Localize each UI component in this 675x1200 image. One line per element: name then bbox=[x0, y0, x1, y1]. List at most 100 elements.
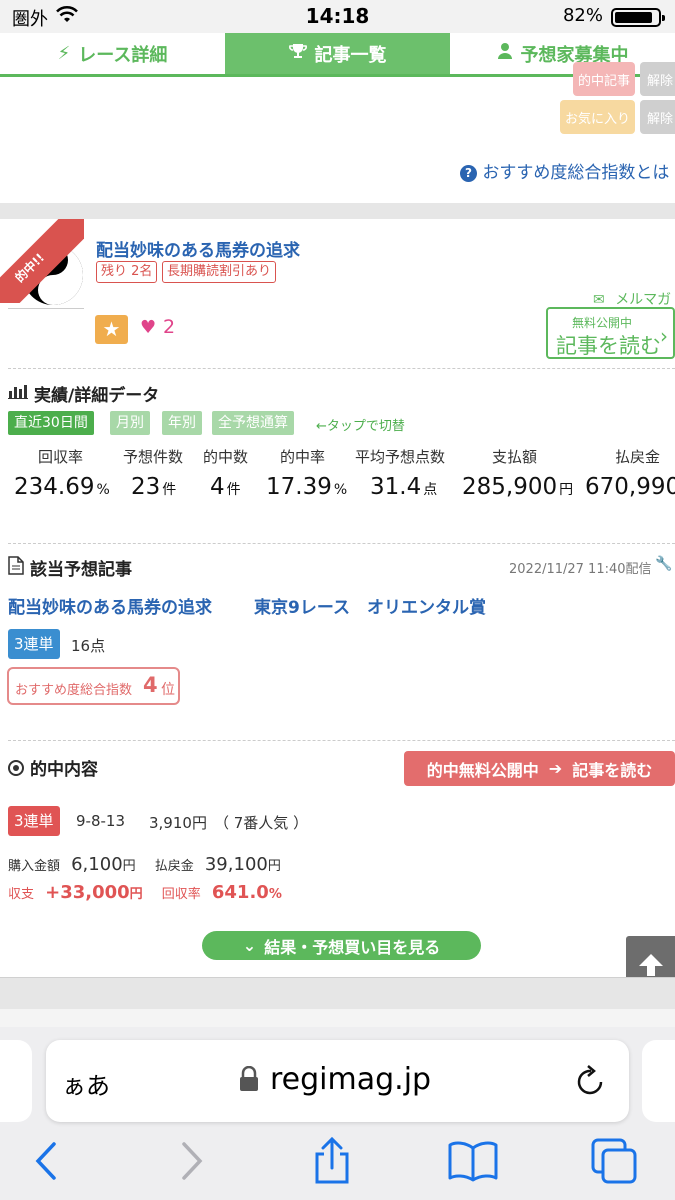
reader-aa-button[interactable]: ぁあ bbox=[62, 1066, 110, 1101]
chevron-right-icon: › bbox=[660, 324, 668, 348]
hit-badge: 的中!! bbox=[0, 219, 84, 303]
stat-unit: 件 bbox=[162, 482, 177, 498]
period-yearly[interactable]: 年別 bbox=[162, 411, 202, 435]
refund-amount: 39,100 bbox=[204, 854, 268, 875]
footer-separator bbox=[0, 977, 675, 1009]
footer-strip bbox=[0, 1009, 675, 1027]
hit-free-read-button[interactable]: 的中無料公開中 ➔ 記事を読む bbox=[404, 751, 675, 786]
tap-hint: ←タップで切替 bbox=[316, 419, 405, 434]
back-icon[interactable] bbox=[32, 1140, 60, 1186]
stat-number: 17.39 bbox=[266, 474, 332, 500]
forward-icon[interactable] bbox=[178, 1140, 206, 1186]
hit-title-label: 的中内容 bbox=[30, 760, 98, 780]
bookmarks-icon[interactable] bbox=[447, 1140, 499, 1186]
tab-race-detail[interactable]: ⚡ レース詳細 bbox=[0, 33, 225, 74]
stat-number: 234.69 bbox=[14, 474, 95, 500]
stat-unit: 件 bbox=[226, 482, 241, 498]
divider bbox=[8, 740, 675, 741]
wrench-icon[interactable]: 🔧 bbox=[655, 556, 672, 572]
release-button[interactable]: 解除 bbox=[640, 100, 675, 134]
share-icon[interactable] bbox=[311, 1136, 353, 1190]
rank-value: 4 bbox=[143, 673, 158, 697]
stat-header: 的中数 bbox=[203, 448, 249, 466]
stat-header: 払戻金 bbox=[615, 448, 661, 466]
read-article-button[interactable]: 無料公開中 記事を読む › bbox=[546, 307, 675, 359]
mailmag-label-wrap: ✉ メルマガ bbox=[593, 289, 671, 309]
balance-label: 収支 bbox=[8, 887, 35, 902]
article-title-link[interactable]: 配当妙味のある馬券の追求 bbox=[96, 236, 300, 261]
period-monthly[interactable]: 月別 bbox=[110, 411, 150, 435]
stat-header: 平均予想点数 bbox=[355, 448, 446, 466]
period-all[interactable]: 全予想通算 bbox=[212, 411, 294, 435]
race-link[interactable]: 東京9レース オリエンタル賞 bbox=[254, 593, 486, 618]
refund-label: 払戻金 bbox=[154, 859, 194, 874]
prediction-section-title: 該当予想記事 bbox=[8, 555, 132, 580]
status-bar: 圏外 14:18 82% bbox=[0, 0, 675, 33]
help-link[interactable]: ? おすすめ度総合指数とは bbox=[460, 158, 669, 183]
favorite-button[interactable]: お気に入り bbox=[560, 100, 635, 134]
tabs-icon[interactable] bbox=[590, 1137, 638, 1189]
mailmag-label: メルマガ bbox=[615, 292, 672, 308]
points-count: 16点 bbox=[71, 637, 106, 655]
divider bbox=[8, 368, 675, 369]
bet-type-badge: 3連単 bbox=[8, 629, 60, 659]
stat-number: 285,900 bbox=[462, 474, 558, 500]
percent-unit: % bbox=[268, 887, 282, 902]
hit-section-title: 的中内容 bbox=[8, 755, 98, 780]
reload-icon[interactable] bbox=[576, 1064, 606, 1100]
rank-unit: 位 bbox=[161, 682, 175, 698]
trophy-icon bbox=[288, 42, 307, 65]
card-separator bbox=[0, 203, 675, 219]
stat-number: 670,990 bbox=[585, 474, 675, 500]
read-btn-main: 記事を読む bbox=[556, 334, 661, 358]
stat-value-hits: 4件 bbox=[210, 474, 241, 500]
hit-combo: 9-8-13 bbox=[76, 812, 125, 830]
tab-label: 記事一覧 bbox=[314, 44, 387, 66]
prev-tab-peek[interactable] bbox=[0, 1040, 32, 1122]
stat-value-count: 23 件 bbox=[131, 474, 176, 500]
hit-payout: 3,910円 bbox=[149, 814, 207, 832]
hit-bet-type-badge: 3連単 bbox=[8, 806, 60, 836]
show-results-button[interactable]: ⌄ 結果・予想買い目を見る bbox=[202, 931, 481, 960]
period-30days[interactable]: 直近30日間 bbox=[8, 411, 94, 435]
tab-article-list[interactable]: 記事一覧 bbox=[225, 33, 450, 74]
stat-unit: 円 bbox=[559, 482, 574, 498]
yen-unit: 円 bbox=[129, 887, 143, 902]
rank-box: おすすめ度総合指数 4 位 bbox=[7, 667, 180, 705]
cta-label: 的中無料公開中 bbox=[426, 760, 539, 780]
rate-value: 641.0 bbox=[211, 882, 269, 903]
stats-section-title: 実績/詳細データ bbox=[8, 381, 159, 406]
hit-popularity: （ 7番人気 ） bbox=[214, 814, 309, 832]
balance-row: 収支 +33,000円 回収率 641.0% bbox=[8, 882, 282, 903]
lock-icon bbox=[239, 1065, 259, 1096]
url-text: regimag.jp bbox=[270, 1062, 432, 1097]
address-bar[interactable]: ぁあ regimag.jp bbox=[46, 1040, 629, 1122]
stat-unit: 点 bbox=[423, 482, 438, 498]
document-icon bbox=[8, 555, 24, 580]
chevron-down-icon: ⌄ bbox=[242, 936, 257, 955]
hit-article-button[interactable]: 的中記事 bbox=[573, 62, 635, 96]
yen-unit: 円 bbox=[122, 859, 136, 874]
divider bbox=[8, 543, 675, 544]
tab-label: レース詳細 bbox=[78, 44, 168, 66]
next-tab-peek[interactable] bbox=[642, 1040, 675, 1122]
prediction-title-label: 該当予想記事 bbox=[30, 560, 132, 580]
target-icon bbox=[6, 225, 28, 247]
star-favorite-icon[interactable]: ★ bbox=[95, 315, 128, 344]
cta-read-label: 記事を読む bbox=[572, 760, 653, 780]
purchase-row: 購入金額 6,100円 払戻金 39,100円 bbox=[8, 854, 281, 875]
release-button-top[interactable]: 解除 bbox=[640, 62, 675, 96]
stat-header: 回収率 bbox=[38, 448, 84, 466]
stat-number: 23 bbox=[131, 474, 161, 500]
publish-date: 2022/11/27 11:40配信 bbox=[509, 562, 652, 577]
stat-value-hit-rate: 17.39% bbox=[266, 474, 347, 500]
stat-value-paid: 285,900 円 bbox=[462, 474, 573, 500]
target-icon bbox=[8, 759, 24, 776]
read-btn-sub: 無料公開中 bbox=[572, 316, 633, 330]
mail-icon: ✉ bbox=[593, 292, 605, 308]
stat-header: 的中率 bbox=[280, 448, 326, 466]
prediction-title-link[interactable]: 配当妙味のある馬券の追求 bbox=[8, 593, 212, 618]
balance-amount: +33,000 bbox=[45, 882, 130, 903]
results-btn-label: 結果・予想買い目を見る bbox=[264, 937, 441, 957]
heart-icon[interactable]: ♥ bbox=[140, 317, 156, 338]
